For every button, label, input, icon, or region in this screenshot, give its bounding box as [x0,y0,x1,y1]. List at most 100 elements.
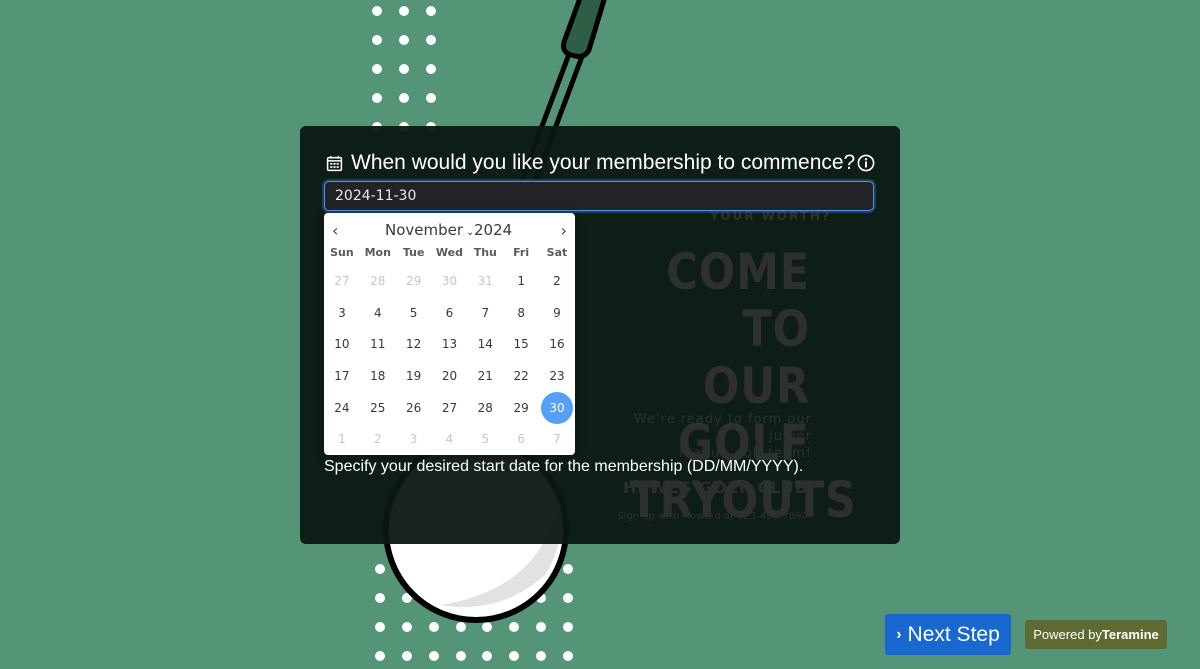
calendar-day[interactable]: 6 [432,297,468,329]
calendar-day-label: 23 [549,368,565,383]
calendar-day-label: 12 [405,337,422,352]
chevron-right-icon: › [896,625,902,643]
calendar-day[interactable]: 28 [360,265,396,297]
calendar-day[interactable]: 5 [467,423,503,455]
calendar-day[interactable]: 15 [503,328,539,360]
calendar-day[interactable]: 16 [539,328,575,360]
next-step-button[interactable]: › Next Step [885,614,1011,655]
calendar-day[interactable]: 29 [396,265,432,297]
calendar-day-label: 11 [370,337,386,352]
calendar-day[interactable]: 28 [467,392,503,424]
calendar-day-label: 26 [405,400,422,415]
calendar-day[interactable]: 2 [539,265,575,297]
calendar-day-label: 8 [517,305,525,320]
calendar-day[interactable]: 20 [432,360,468,392]
year-input[interactable]: 2024 [474,221,512,239]
calendar-day-label: 1 [517,273,525,288]
calendar-day[interactable]: 1 [503,265,539,297]
calendar-day[interactable]: 13 [432,328,468,360]
calendar-day[interactable]: 14 [467,328,503,360]
calendar-day[interactable]: 5 [396,297,432,329]
calendar-day[interactable]: 23 [539,360,575,392]
question-text: When would you like your membership to c… [351,151,856,174]
calendar-day[interactable]: 29 [503,392,539,424]
calendar-day[interactable]: 9 [539,297,575,329]
calendar-day-label: 17 [334,368,350,383]
calendar-day[interactable]: 18 [360,360,396,392]
weekday-label: Wed [435,246,463,259]
calendar-day-label: 2 [553,273,561,288]
calendar-day-label: 30 [441,273,458,288]
month-label: November [385,221,464,239]
calendar-day[interactable]: 27 [324,265,360,297]
calendar-day[interactable]: 6 [503,423,539,455]
calendar-day[interactable]: 12 [396,328,432,360]
prev-month-button[interactable]: ‹ [332,221,338,240]
calendar-day-label: 14 [477,337,493,352]
weekday-label: Sat [546,246,568,259]
poster-ready-line: We're ready to form our junior [633,412,812,444]
calendar-day[interactable]: 3 [396,423,432,455]
weekday-label: Tue [402,246,425,259]
calendar-day[interactable]: 3 [324,297,360,329]
calendar-day-label: 10 [334,337,350,352]
calendar-day-label: 29 [405,273,422,288]
poster-signup-text: Sign up with Howard at 123-456-7890 [617,511,808,522]
weekday-label: Sun [330,246,354,259]
weekday-label: Mon [364,246,391,259]
calendar-day-label: 15 [513,337,529,352]
calendar-day-label: 7 [481,305,490,320]
calendar-day-label: 4 [445,432,454,447]
month-select[interactable]: November ⌄ [385,221,474,239]
calendar-day-label: 6 [517,432,525,447]
calendar-day[interactable]: 17 [324,360,360,392]
calendar-day-label: 24 [334,400,350,415]
calendar-day-label: 20 [441,368,458,383]
calendar-day-label: 21 [477,368,493,383]
calendar-day[interactable]: 27 [432,392,468,424]
calendar-day-label: 16 [549,337,565,352]
poster-headline-line: COME TO [666,243,810,358]
calendar-day[interactable]: 26 [396,392,432,424]
calendar-day-label: 28 [370,273,386,288]
calendar-day-label: 18 [370,368,386,383]
calendar-day-label: 1 [338,432,346,447]
calendar-day[interactable]: 24 [324,392,360,424]
calendar-day[interactable]: 7 [467,297,503,329]
calendar-day[interactable]: 31 [467,265,503,297]
calendar-day[interactable]: 1 [324,423,360,455]
poster-worth-text: YOUR WORTH? [710,209,831,223]
calendar-day-label: 30 [540,391,573,424]
calendar-day[interactable]: 30 [432,265,468,297]
calendar-day[interactable]: 25 [360,392,396,424]
calendar-day-label: 25 [370,400,386,415]
helper-text: Specify your desired start date for the … [324,458,804,475]
calendar-day-label: 4 [373,305,382,320]
calendar-day-label: 19 [405,368,422,383]
calendar-day[interactable]: 22 [503,360,539,392]
next-step-label: Next Step [907,622,1000,646]
calendar-day[interactable]: 10 [324,328,360,360]
calendar-day-label: 5 [409,305,418,320]
calendar-day[interactable]: 11 [360,328,396,360]
calendar-day[interactable]: 4 [432,423,468,455]
calendar-day[interactable]: 8 [503,297,539,329]
calendar-day-label: 13 [441,337,458,352]
next-month-button[interactable]: › [561,221,567,240]
calendar-day[interactable]: 7 [539,423,575,455]
date-input[interactable] [324,181,874,211]
calendar-day[interactable]: 21 [467,360,503,392]
day-grid: 27 28 29 30 31 1 2 3 4 5 6 7 8 9 10 11 12 13 14 15 16 17 18 19 2… [324,265,575,455]
calendar-day-selected[interactable]: 30 [539,391,575,424]
calendar-day-label: 3 [338,305,346,320]
calendar-day-label: 28 [477,400,493,415]
calendar-day[interactable]: 4 [360,297,396,329]
powered-by-text: Powered by [1033,627,1102,642]
calendar-day[interactable]: 19 [396,360,432,392]
calendar-day-label: 5 [481,432,490,447]
powered-by-badge[interactable]: Powered by Teramine [1025,620,1167,649]
poster-ready-text: We're ready to form our junior league go… [600,411,812,462]
info-icon[interactable] [857,154,875,172]
calendar-day[interactable]: 2 [360,423,396,455]
powered-by-brand: Teramine [1101,627,1159,642]
